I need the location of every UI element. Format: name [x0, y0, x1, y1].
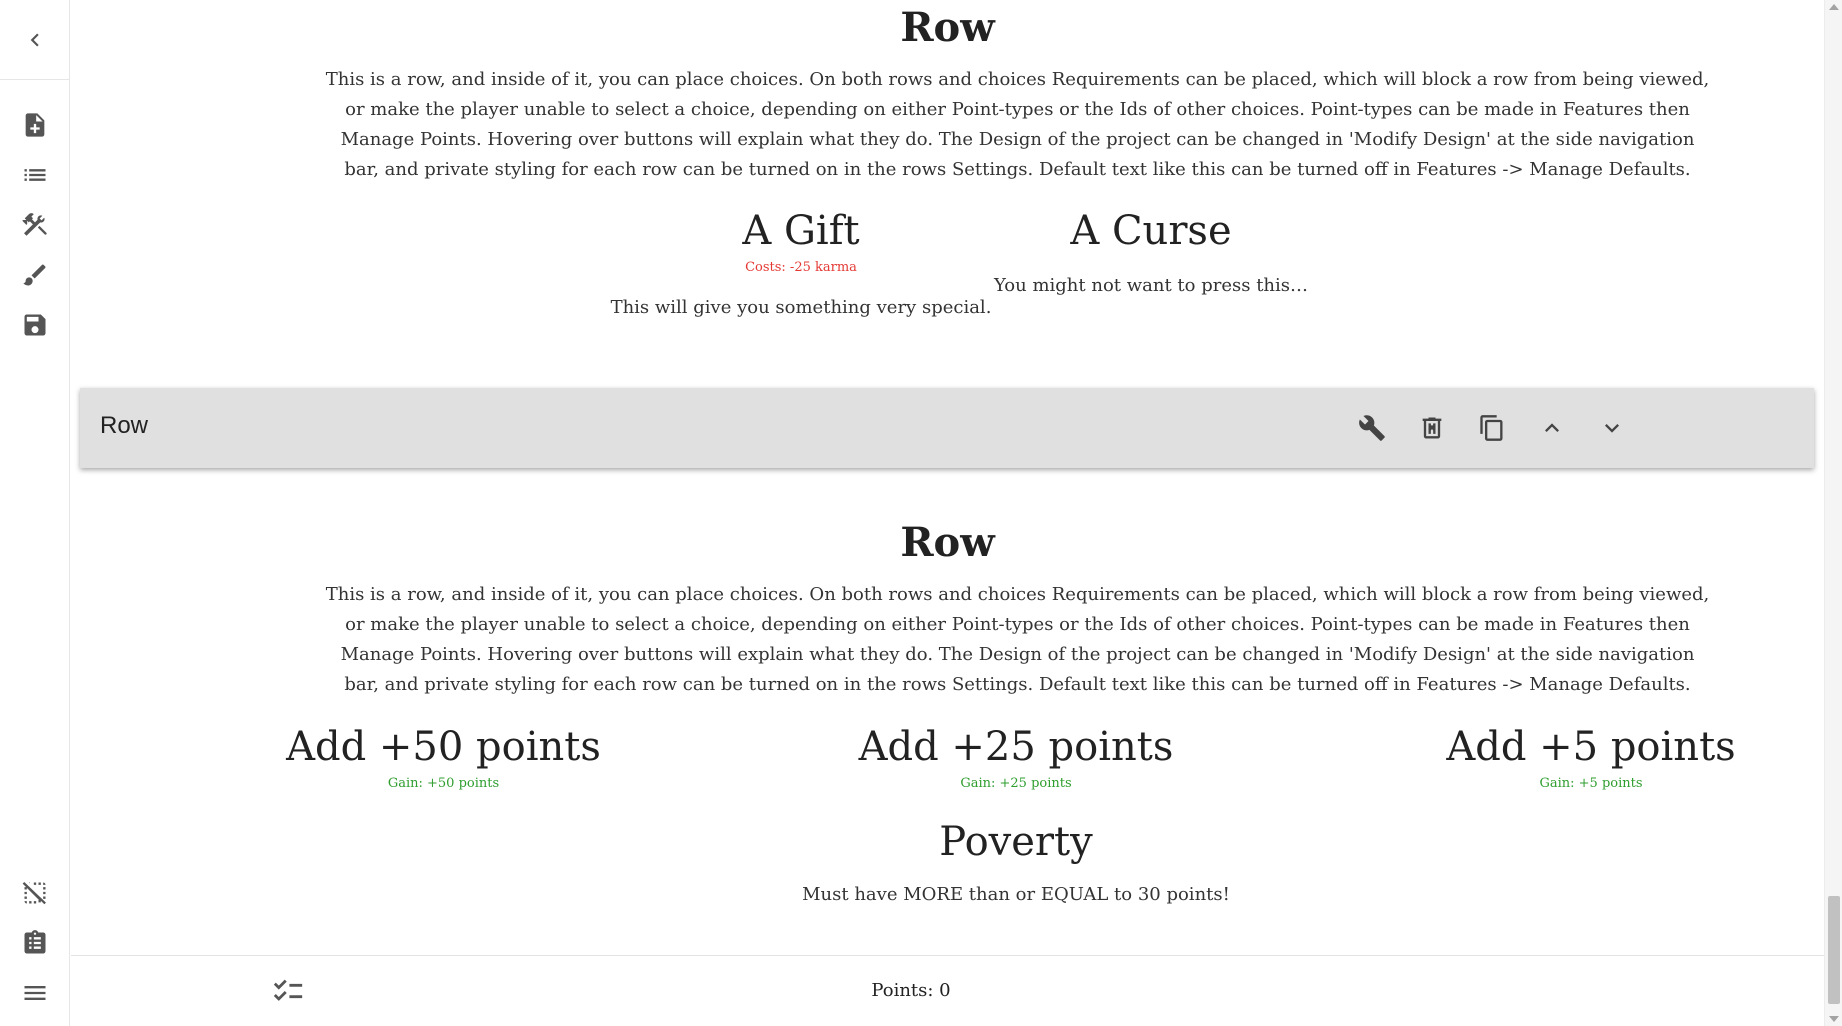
row-move-down-button[interactable] [1592, 408, 1632, 448]
choice-requirement-text: Must have MORE than or EQUAL to 30 point… [802, 884, 1230, 905]
points-bar: Points: 0 [71, 955, 1824, 1026]
choice-gain: Gain: +50 points [387, 776, 500, 791]
page-scrollbar[interactable] [1824, 0, 1842, 1026]
scroll-down-arrow[interactable] [1829, 1016, 1839, 1022]
points-display: Points: 0 [871, 980, 951, 1001]
tools-icon[interactable] [19, 209, 51, 241]
back-button[interactable] [0, 0, 70, 80]
choice-title-a-gift[interactable]: A Gift [631, 208, 971, 254]
row-copy-button[interactable] [1472, 408, 1512, 448]
side-navigation [0, 0, 70, 1026]
chevron-down-icon [1605, 424, 1619, 433]
list-icon[interactable] [19, 159, 51, 191]
choice-description: This will give you something very specia… [610, 297, 992, 318]
row-settings-button[interactable] [1352, 408, 1392, 448]
chevron-up-icon [1545, 423, 1559, 432]
scroll-up-arrow[interactable] [1829, 4, 1839, 10]
row-title: Row [900, 4, 995, 51]
choice-description: You might not want to press this… [993, 275, 1309, 296]
row-move-up-button[interactable] [1532, 408, 1572, 448]
row-description: This is a row, and inside of it, you can… [325, 584, 1710, 695]
wrench-icon [1359, 415, 1385, 441]
choice-gain: Gain: +5 points [1539, 776, 1643, 791]
chevron-left-icon [30, 33, 39, 46]
row-toolbar-label: Row [100, 412, 149, 439]
deselect-icon[interactable] [19, 877, 51, 909]
choice-title-a-curse[interactable]: A Curse [1001, 208, 1301, 254]
choice-title-add-5[interactable]: Add +5 points [1351, 724, 1831, 770]
row-description: This is a row, and inside of it, you can… [325, 69, 1710, 180]
copy-icon [1480, 415, 1503, 441]
row-delete-button[interactable] [1412, 408, 1452, 448]
choice-title-add-50[interactable]: Add +50 points [201, 724, 686, 770]
new-file-icon[interactable] [19, 109, 51, 141]
save-icon[interactable] [19, 309, 51, 341]
scrollbar-thumb[interactable] [1828, 896, 1840, 1004]
choice-title-poverty[interactable]: Poverty [711, 819, 1321, 865]
choice-title-add-25[interactable]: Add +25 points [711, 724, 1321, 770]
delete-icon [1422, 417, 1442, 439]
choice-gain: Gain: +25 points [960, 776, 1072, 791]
project-content: Row This is a row, and inside of it, you… [71, 0, 1824, 1026]
brush-icon[interactable] [19, 259, 51, 291]
menu-icon[interactable] [19, 977, 51, 1009]
row-toolbar: Row [80, 388, 1814, 468]
choice-cost: Costs: -25 karma [745, 260, 857, 275]
clipboard-icon[interactable] [19, 927, 51, 959]
row-title: Row [900, 519, 995, 566]
